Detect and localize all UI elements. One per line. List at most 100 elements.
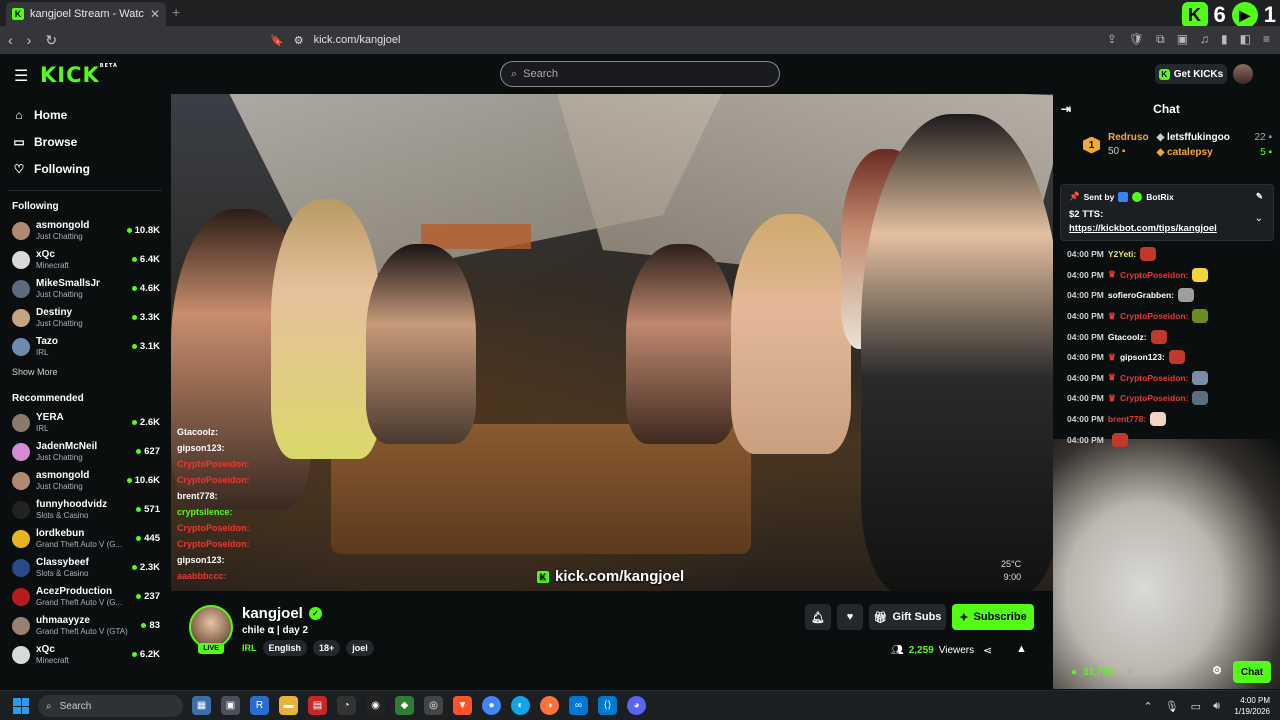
brave-icon[interactable]: ▼ <box>453 696 472 715</box>
channel-row[interactable]: asmongold Just Chatting 10.6K <box>0 466 170 495</box>
get-kicks-button[interactable]: K Get KICKs <box>1155 64 1227 84</box>
app-icon[interactable]: ◉ <box>366 696 385 715</box>
extensions-icon[interactable]: ⧉ <box>1156 32 1165 47</box>
share-icon[interactable]: ⇪ <box>1107 32 1117 47</box>
reload-icon[interactable]: ↻ <box>45 32 57 49</box>
site-info-icon[interactable]: ⚙ <box>294 34 304 47</box>
volume-icon[interactable]: 🔊︎ <box>1213 700 1220 713</box>
sidebar-item-home[interactable]: ⌂ Home <box>0 101 170 128</box>
channel-row[interactable]: YERA IRL 2.6K <box>0 408 170 437</box>
chat-message[interactable]: 04:00 PM ♛ CryptoPoseidon: <box>1067 306 1272 327</box>
gift-subs-button[interactable]: 🎁︎ Gift Subs <box>869 604 946 630</box>
message-user[interactable]: CryptoPoseidon: <box>1120 311 1188 321</box>
forward-icon[interactable]: › <box>27 32 32 48</box>
streamer-name[interactable]: kangjoel ✓ <box>242 605 322 622</box>
chat-message[interactable]: 04:00 PM ♛ CryptoPoseidon: <box>1067 368 1272 389</box>
send-chat-button[interactable]: Chat <box>1233 661 1271 683</box>
chat-message[interactable]: 04:00 PM Y2Yeti: <box>1067 244 1272 265</box>
report-icon[interactable]: ▲ <box>1016 643 1027 655</box>
app-icon[interactable]: ◎ <box>424 696 443 715</box>
chat-message[interactable]: 04:00 PM sofieroGrabben: <box>1067 285 1272 306</box>
new-tab-icon[interactable]: + <box>172 4 180 20</box>
edge-icon[interactable]: ◐ <box>511 696 530 715</box>
video-player[interactable]: Gtacoolz: gipson123: CryptoPoseidon: Crypto… <box>171 94 1053 591</box>
back-icon[interactable]: ‹ <box>8 32 13 48</box>
hamburger-menu-icon[interactable]: ☰ <box>14 66 28 86</box>
app-icon[interactable]: ◔ <box>337 696 356 715</box>
message-user[interactable]: CryptoPoseidon: <box>1120 373 1188 383</box>
chevron-up-icon[interactable]: ⌃ <box>1143 700 1152 713</box>
subscribe-button[interactable]: ✦ Subscribe <box>952 604 1034 630</box>
network-icon[interactable]: ▭ <box>1191 700 1201 713</box>
wallet-icon[interactable]: ◧ <box>1240 32 1251 47</box>
category-link[interactable]: IRL <box>242 643 257 653</box>
windows-start-icon[interactable] <box>13 698 29 714</box>
mic-icon[interactable]: 🎙︎ <box>1165 700 1179 713</box>
sidebar-item-browse[interactable]: ▭ Browse <box>0 128 170 155</box>
app-icon[interactable]: ▣ <box>221 696 240 715</box>
app-icon[interactable]: ▤ <box>308 696 327 715</box>
channel-row[interactable]: Tazo IRL 3.1K <box>0 332 170 361</box>
app-icon[interactable]: ∞ <box>569 696 588 715</box>
app-icon[interactable]: ◆ <box>395 696 414 715</box>
pinned-message[interactable]: 📌 Sent by BotRix ✎ $2 TTS: https://kickb… <box>1060 184 1274 241</box>
show-more-link[interactable]: Show More <box>0 361 170 383</box>
channel-row[interactable]: Destiny Just Chatting 3.3K <box>0 303 170 332</box>
sidebar-icon[interactable]: ▮ <box>1221 32 1228 47</box>
tag[interactable]: 18+ <box>313 640 341 656</box>
chat-message[interactable]: 04:00 PM ♛ CryptoPoseidon: <box>1067 388 1272 409</box>
message-user[interactable]: Gtacoolz: <box>1108 332 1147 342</box>
tag[interactable]: English <box>262 640 308 656</box>
folder-icon[interactable]: ▬ <box>279 696 298 715</box>
chat-message[interactable]: 04:00 PM <box>1067 429 1272 450</box>
browser-tab[interactable]: K kangjoel Stream - Watch Live ✕ <box>6 2 166 26</box>
message-user[interactable]: CryptoPoseidon: <box>1120 270 1188 280</box>
vscode-icon[interactable]: ⟨⟩ <box>598 696 617 715</box>
channel-row[interactable]: funnyhoodvidz Slots & Casino 571 <box>0 495 170 524</box>
message-user[interactable]: sofieroGrabben: <box>1108 290 1174 300</box>
chrome-icon[interactable]: ● <box>482 696 501 715</box>
expand-pinned-icon[interactable]: ⌄ <box>1255 213 1263 224</box>
channel-row[interactable]: MikeSmallsJr Just Chatting 4.6K <box>0 274 170 303</box>
music-icon[interactable]: ♫ <box>1200 32 1209 47</box>
brave-shield-icon[interactable]: 🛡 <box>1129 32 1144 47</box>
address-bar[interactable]: 🔖 ⚙ kick.com/kangjoel <box>270 30 970 50</box>
message-user[interactable]: CryptoPoseidon: <box>1120 393 1188 403</box>
app-icon[interactable]: R <box>250 696 269 715</box>
leaderboard-entry[interactable]: ◆ catalepsy 5 ▪ <box>1157 145 1272 160</box>
collapse-chat-icon[interactable]: ⇥ <box>1061 102 1071 116</box>
chat-message[interactable]: 04:00 PM brent778: <box>1067 409 1272 430</box>
taskbar-clock[interactable]: 4:00 PM 1/19/2026 <box>1234 695 1270 717</box>
search-input[interactable]: ⌕ Search <box>500 61 780 87</box>
close-tab-icon[interactable]: ✕ <box>150 7 160 21</box>
user-avatar[interactable] <box>1233 64 1253 84</box>
chat-message[interactable]: 04:00 PM Gtacoolz: <box>1067 326 1272 347</box>
channel-row[interactable]: uhmaayyze Grand Theft Auto V (GTA) 83 <box>0 611 170 640</box>
channel-row[interactable]: Classybeef Slots & Casino 2.3K <box>0 553 170 582</box>
app-icon[interactable]: ▦ <box>192 696 211 715</box>
message-user[interactable]: Y2Yeti: <box>1108 249 1136 259</box>
message-user[interactable]: gipson123: <box>1120 352 1165 362</box>
screenshot-icon[interactable]: ▣ <box>1177 32 1188 47</box>
channel-row[interactable]: JadenMcNeil Just Chatting 627 <box>0 437 170 466</box>
firefox-icon[interactable]: ◑ <box>540 696 559 715</box>
chat-message[interactable]: 04:00 PM ♛ CryptoPoseidon: <box>1067 265 1272 286</box>
chat-message[interactable]: 04:00 PM ♛ gipson123: <box>1067 347 1272 368</box>
notification-bell-button[interactable]: 🔔︎ <box>805 604 831 630</box>
sidebar-item-following[interactable]: ♡ Following <box>0 155 170 182</box>
message-user[interactable]: brent778: <box>1108 414 1146 424</box>
channel-row[interactable]: AcezProduction Grand Theft Auto V (G... 23… <box>0 582 170 611</box>
follow-button[interactable]: ♥ <box>837 604 863 630</box>
leaderboard-entry[interactable]: Redruso 50 ▪ <box>1108 131 1149 159</box>
channel-row[interactable]: xQc Minecraft 6.4K <box>0 245 170 274</box>
tag[interactable]: joel <box>346 640 374 656</box>
channel-row[interactable]: lordkebun Grand Theft Auto V (G... 445 <box>0 524 170 553</box>
kick-logo[interactable]: KICKBETA <box>40 63 118 87</box>
taskbar-search[interactable]: ⌕ Search <box>38 695 183 717</box>
unpin-icon[interactable]: ✎ <box>1256 191 1263 202</box>
discord-icon[interactable]: ◕ <box>627 696 646 715</box>
bookmark-icon[interactable]: 🔖 <box>270 34 284 47</box>
channel-row[interactable]: xQc Minecraft 6.2K <box>0 640 170 669</box>
share-icon[interactable]: ⋖ <box>983 644 992 657</box>
chat-settings-icon[interactable]: ⚙ <box>1212 664 1222 677</box>
